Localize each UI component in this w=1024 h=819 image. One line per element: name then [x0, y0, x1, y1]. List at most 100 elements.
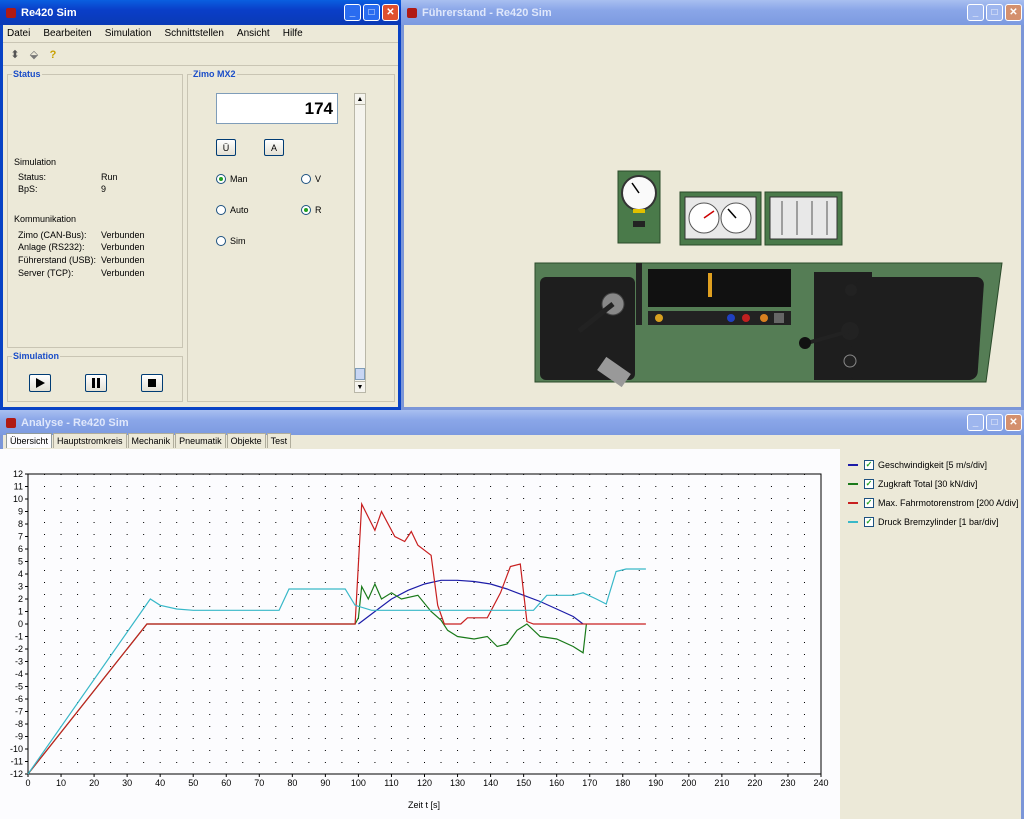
x-tick-label: 70: [254, 778, 264, 788]
help-icon[interactable]: ?: [45, 47, 61, 63]
x-tick-label: 0: [25, 778, 30, 788]
comm-zimo-value: Verbunden: [101, 230, 145, 240]
legend-zugkraft: ✓ Zugkraft Total [30 kN/div]: [848, 479, 977, 489]
cab-minimize-button[interactable]: _: [967, 4, 984, 21]
y-tick-label: 6: [18, 544, 23, 554]
y-tick-label: -12: [10, 769, 23, 779]
disconnect-icon[interactable]: ⬙: [26, 47, 42, 63]
y-tick-label: 9: [18, 507, 23, 517]
comm-server-key: Server (TCP):: [18, 268, 74, 278]
pause-button[interactable]: [85, 374, 107, 392]
y-tick-label: -9: [15, 732, 23, 742]
status-group-label: Status: [12, 69, 42, 79]
slider-thumb[interactable]: [355, 368, 365, 380]
x-tick-label: 30: [122, 778, 132, 788]
maximize-button[interactable]: □: [363, 4, 380, 21]
x-tick-label: 190: [648, 778, 663, 788]
x-tick-label: 200: [681, 778, 696, 788]
comm-fuehrerstand-value: Verbunden: [101, 255, 145, 265]
analysis-maximize-button[interactable]: □: [986, 414, 1003, 431]
minimize-button[interactable]: _: [344, 4, 361, 21]
legend-bremszylinder: ✓ Druck Bremzylinder [1 bar/div]: [848, 517, 999, 527]
cab-window-titlebar[interactable]: Führerstand - Re420 Sim _ □ ✕: [401, 0, 1024, 25]
radio-man[interactable]: Man: [216, 174, 248, 184]
tab-mechanik[interactable]: Mechanik: [127, 433, 175, 448]
tab-pneumatik[interactable]: Pneumatik: [175, 433, 226, 448]
x-tick-label: 210: [714, 778, 729, 788]
legend-checkbox[interactable]: ✓: [864, 479, 874, 489]
main-window-titlebar[interactable]: Re420 Sim _ □ ✕: [0, 0, 401, 25]
cab-window-title: Führerstand - Re420 Sim: [422, 6, 552, 19]
radio-auto[interactable]: Auto: [216, 205, 249, 215]
tab-objekte[interactable]: Objekte: [226, 433, 266, 448]
chart-xlabel: Zeit t [s]: [408, 800, 440, 810]
slider-down-arrow[interactable]: ▼: [355, 381, 365, 392]
menu-simulation[interactable]: Simulation: [105, 28, 152, 39]
play-button[interactable]: [29, 374, 51, 392]
analysis-minimize-button[interactable]: _: [967, 414, 984, 431]
x-tick-label: 160: [549, 778, 564, 788]
legend-checkbox[interactable]: ✓: [864, 517, 874, 527]
close-button[interactable]: ✕: [382, 4, 399, 21]
cab-maximize-button[interactable]: □: [986, 4, 1003, 21]
legend-swatch: [848, 521, 858, 523]
x-tick-label: 170: [582, 778, 597, 788]
y-tick-label: 12: [13, 469, 23, 479]
radio-v-label: V: [315, 174, 322, 184]
radio-auto-label: Auto: [230, 205, 249, 215]
comm-heading: Kommunikation: [14, 214, 77, 224]
cab-close-button[interactable]: ✕: [1005, 4, 1022, 21]
app-icon: [6, 7, 16, 18]
legend-label: Geschwindigkeit [5 m/s/div]: [878, 460, 988, 470]
x-tick-label: 60: [221, 778, 231, 788]
menu-hilfe[interactable]: Hilfe: [283, 28, 303, 39]
legend-geschwindigkeit: ✓ Geschwindigkeit [5 m/s/div]: [848, 460, 987, 470]
simulation-heading: Simulation: [14, 157, 57, 167]
simulation-control-group: Simulation: [7, 351, 183, 402]
tab-hauptstromkreis[interactable]: Hauptstromkreis: [53, 433, 127, 448]
x-tick-label: 140: [483, 778, 498, 788]
legend-swatch: [848, 502, 858, 504]
x-tick-label: 110: [384, 778, 398, 788]
legend-checkbox[interactable]: ✓: [864, 498, 874, 508]
u-button[interactable]: Ü: [216, 139, 236, 156]
radio-sim-label: Sim: [230, 236, 246, 246]
tab-uebersicht[interactable]: Übersicht: [6, 433, 53, 448]
legend-checkbox[interactable]: ✓: [864, 460, 874, 470]
y-tick-label: 7: [18, 532, 23, 542]
x-tick-label: 80: [287, 778, 297, 788]
legend-swatch: [848, 483, 858, 485]
y-tick-label: 5: [18, 557, 23, 567]
menu-ansicht[interactable]: Ansicht: [237, 28, 270, 39]
y-tick-label: 3: [18, 582, 23, 592]
radio-sim-circle: [216, 236, 226, 246]
menu-datei[interactable]: Datei: [7, 28, 30, 39]
cab-window: Führerstand - Re420 Sim _ □ ✕: [401, 0, 1024, 410]
y-tick-label: 1: [18, 607, 23, 617]
radio-r[interactable]: R: [301, 205, 322, 215]
bps-value: 9: [101, 184, 107, 194]
connect-icon[interactable]: ⬍: [7, 47, 23, 63]
x-tick-label: 100: [351, 778, 366, 788]
analysis-window-titlebar[interactable]: Analyse - Re420 Sim _ □ ✕: [0, 410, 1024, 435]
slider-up-arrow[interactable]: ▲: [355, 94, 365, 105]
x-tick-label: 120: [417, 778, 432, 788]
analysis-window-title: Analyse - Re420 Sim: [21, 416, 129, 429]
menu-bar: Datei Bearbeiten Simulation Schnittstell…: [3, 25, 398, 43]
menu-bearbeiten[interactable]: Bearbeiten: [43, 28, 91, 39]
speed-display: 174: [216, 93, 338, 124]
bps-key: BpS:: [18, 184, 38, 194]
radio-sim[interactable]: Sim: [216, 236, 246, 246]
stop-button[interactable]: [141, 374, 163, 392]
radio-v[interactable]: V: [301, 174, 321, 184]
main-window-title: Re420 Sim: [21, 6, 77, 19]
cab-app-icon: [407, 7, 417, 18]
a-button[interactable]: A: [264, 139, 284, 156]
y-tick-label: 2: [18, 594, 23, 604]
speed-slider[interactable]: ▲ ▼: [354, 93, 366, 393]
toolbar: ⬍ ⬙ ?: [3, 44, 398, 66]
menu-schnittstellen[interactable]: Schnittstellen: [164, 28, 223, 39]
analysis-close-button[interactable]: ✕: [1005, 414, 1022, 431]
analysis-chart: 0 10 20 30 40 50 60 70 80 90 100 110 120 130 140 150 160…: [0, 449, 840, 819]
tab-test[interactable]: Test: [266, 433, 292, 448]
